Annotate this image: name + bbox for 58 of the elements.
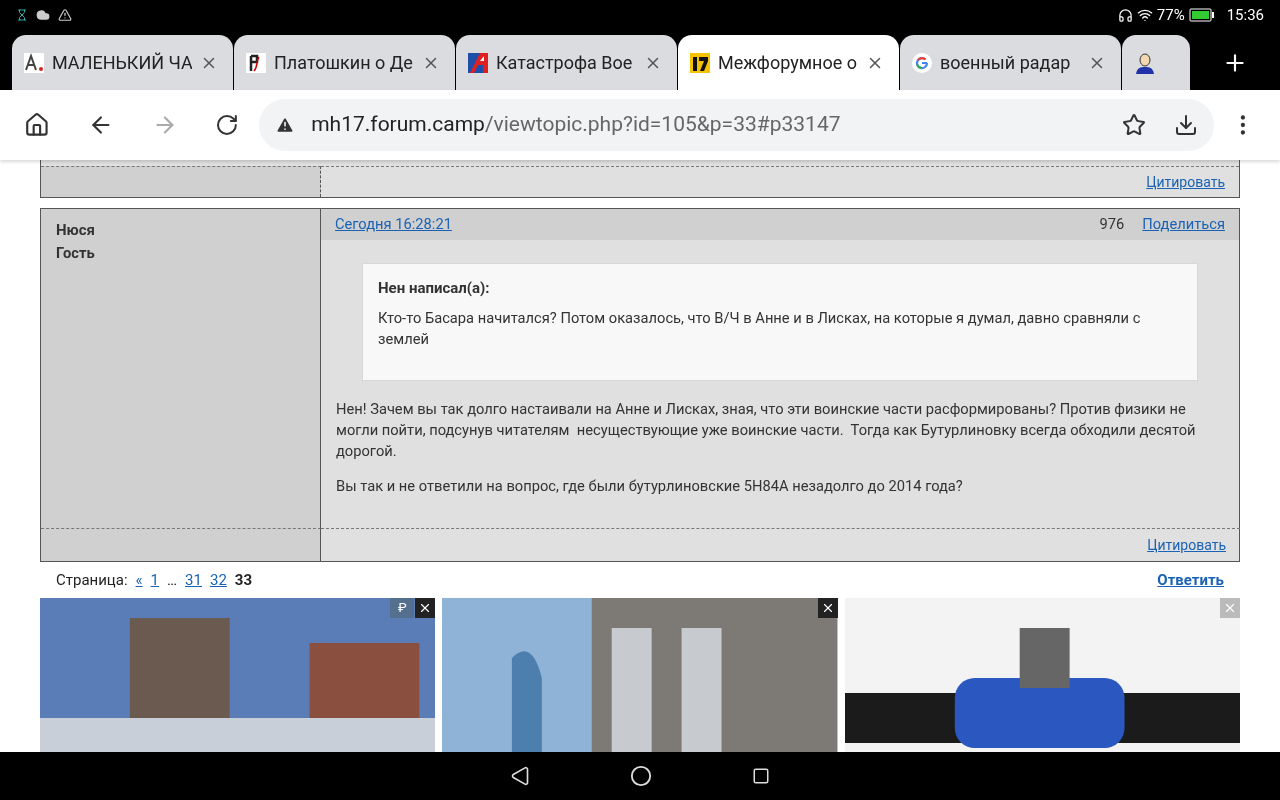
post-date-link[interactable]: Сегодня 16:28:21 xyxy=(335,213,452,236)
battery-percent: 77% xyxy=(1156,4,1185,26)
post-paragraph: Нен! Зачем вы так долго настаивали на Анне и Лисках, зная, что эти воинские части расформированы? Против физики не могли пойти, подсунув читателям несуществующие уже воинские части. Тогда как Бутурлиновку всегда обходили десятой дорогой. xyxy=(336,399,1197,462)
tab-title: МАЛЕНЬКИЙ ЧА xyxy=(52,51,192,75)
bookmark-star-icon[interactable] xyxy=(1122,113,1147,137)
close-button[interactable] xyxy=(817,598,838,618)
home-icon[interactable] xyxy=(24,112,50,138)
page-link[interactable]: 32 xyxy=(209,568,227,592)
pagination-ellipsis: … xyxy=(167,569,178,591)
recents-icon[interactable] xyxy=(752,767,770,785)
favicon-icon xyxy=(690,52,710,73)
ad-badge: ₽ xyxy=(390,598,415,618)
url-text: mh17.forum.camp/viewtopic.php?id=105&p=33#p33147 xyxy=(311,111,841,139)
download-icon[interactable] xyxy=(1174,113,1199,137)
favicon-icon xyxy=(246,52,266,73)
reply-link[interactable]: Ответить xyxy=(1157,568,1224,592)
current-page: 33 xyxy=(234,569,253,591)
cloud-icon xyxy=(36,8,50,22)
author-name: Нюся xyxy=(56,220,96,241)
tab-title: Катастрофа Вое xyxy=(496,51,634,75)
close-icon xyxy=(1223,601,1237,615)
wifi-icon xyxy=(1136,7,1153,23)
person-icon xyxy=(1134,51,1156,74)
back-icon[interactable] xyxy=(510,766,530,786)
favicon-icon xyxy=(468,52,488,73)
tab-title: Межфорумное о xyxy=(718,51,858,75)
pagination-label: Страница: xyxy=(56,569,128,591)
favicon-icon xyxy=(24,52,44,73)
browser-tab[interactable]: Платошкин о Де xyxy=(234,35,455,90)
page-link[interactable]: 1 xyxy=(150,568,160,592)
page-link[interactable]: 31 xyxy=(185,568,202,592)
tab-title: военный радар xyxy=(940,51,1072,75)
hourglass-icon xyxy=(16,9,28,21)
headphones-icon xyxy=(1117,7,1133,23)
quote-text: Кто-то Басара начитался? Потом оказалось, что В/Ч в Анне и в Лисках, на которые я думал, давно сравняли с землей xyxy=(378,307,1142,350)
warning-icon xyxy=(275,115,296,135)
clock: 15:36 xyxy=(1226,4,1264,26)
browser-tab[interactable]: МАЛЕНЬКИЙ ЧА xyxy=(12,35,233,90)
address-bar[interactable]: mh17.forum.camp/viewtopic.php?id=105&p=33#p33147 xyxy=(259,99,1215,151)
share-link[interactable]: Поделиться xyxy=(1142,213,1225,236)
browser-tab[interactable]: Катастрофа Вое xyxy=(456,35,677,90)
quote-header: Нен написал(а): xyxy=(378,278,491,299)
page-link[interactable]: « xyxy=(135,568,143,592)
battery-icon xyxy=(1188,8,1215,22)
quote-link[interactable]: Цитировать xyxy=(1146,171,1225,193)
author-role: Гость xyxy=(56,242,96,264)
post-paragraph: Вы так и не ответили на вопрос, где были бутурлиновские 5Н84А незадолго до 2014 года? xyxy=(336,476,964,497)
quote-link[interactable]: Цитировать xyxy=(1147,534,1226,556)
home-icon[interactable] xyxy=(630,765,652,787)
reload-icon[interactable] xyxy=(215,113,240,137)
browser-tab[interactable]: военный радар xyxy=(900,35,1121,90)
browser-tab[interactable] xyxy=(1122,35,1190,90)
browser-tab[interactable]: Межфорумное о xyxy=(678,35,899,90)
post-number: 976 xyxy=(1099,214,1125,236)
close-button[interactable] xyxy=(415,598,436,618)
google-icon xyxy=(912,52,932,73)
warning-icon xyxy=(58,8,72,22)
tab-title: Платошкин о Де xyxy=(274,51,414,75)
